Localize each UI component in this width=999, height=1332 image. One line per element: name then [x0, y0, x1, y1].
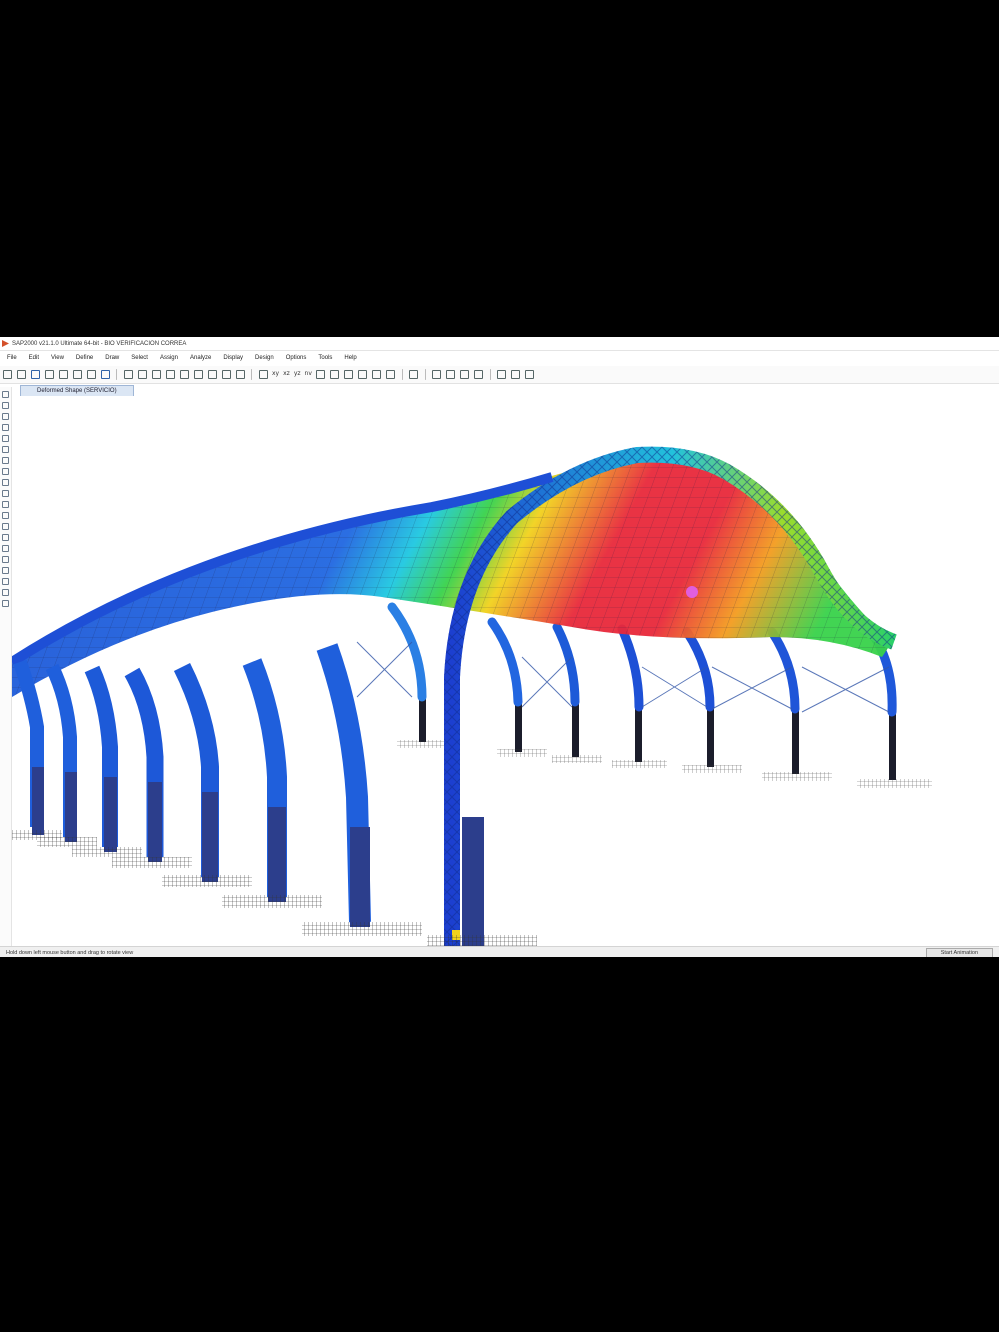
- draw-curve-icon[interactable]: [2, 435, 9, 442]
- menu-file[interactable]: File: [0, 355, 23, 361]
- rotate-view-icon[interactable]: [137, 370, 147, 379]
- view-xy-button[interactable]: xy: [272, 370, 279, 379]
- reshape-icon[interactable]: [2, 402, 9, 409]
- toolbar-separator: [424, 369, 426, 380]
- back-column: [792, 709, 799, 774]
- draw-tendon-icon[interactable]: [2, 490, 9, 497]
- print-icon[interactable]: [44, 370, 54, 379]
- draw-rectangle-icon[interactable]: [2, 457, 9, 464]
- open-file-icon[interactable]: [16, 370, 26, 379]
- show-grid-icon[interactable]: [511, 370, 521, 379]
- snap-joints-icon[interactable]: [2, 545, 9, 552]
- zoom-in-icon[interactable]: [165, 370, 175, 379]
- lock-icon[interactable]: [100, 370, 110, 379]
- select-previous-icon[interactable]: [2, 512, 9, 519]
- back-column: [707, 707, 714, 767]
- pan-icon[interactable]: [221, 370, 231, 379]
- snap-midpoint-icon[interactable]: [2, 556, 9, 563]
- intersecting-line-icon[interactable]: [2, 534, 9, 541]
- menu-design[interactable]: Design: [249, 355, 280, 361]
- show-undeformed-icon[interactable]: [372, 370, 382, 379]
- draw-link-icon[interactable]: [460, 370, 470, 379]
- draw-frame-icon[interactable]: [432, 370, 442, 379]
- menu-tools[interactable]: Tools: [312, 355, 338, 361]
- redo-icon[interactable]: [72, 370, 82, 379]
- back-column: [572, 702, 579, 757]
- perspective-icon[interactable]: [330, 370, 340, 379]
- back-columns: [397, 697, 932, 788]
- menu-assign[interactable]: Assign: [154, 355, 184, 361]
- zoom-out-icon[interactable]: [179, 370, 189, 379]
- pencil-icon[interactable]: [86, 370, 96, 379]
- view-yz-button[interactable]: yz: [294, 370, 301, 379]
- view-tab-strip: Deformed Shape (SERVICIO): [20, 385, 134, 396]
- deformed-structure-model: [12, 446, 932, 947]
- draw-cable-icon[interactable]: [446, 370, 456, 379]
- view-nv-button[interactable]: nv: [305, 370, 312, 379]
- model-viewport[interactable]: [12, 397, 999, 947]
- toolbar-separator: [401, 369, 403, 380]
- sum-icon[interactable]: [497, 370, 507, 379]
- refresh-view-icon[interactable]: [316, 370, 326, 379]
- move-up-icon[interactable]: [344, 370, 354, 379]
- title-bar: SAP2000 v21.1.0 Ultimate 64-bit - BIO VE…: [0, 337, 999, 351]
- plan-view-icon[interactable]: [258, 370, 268, 379]
- pointer-icon[interactable]: [2, 391, 9, 398]
- window-title: SAP2000 v21.1.0 Ultimate 64-bit - BIO VE…: [12, 340, 187, 347]
- draw-line-icon[interactable]: [2, 424, 9, 431]
- tab-deformed-shape[interactable]: Deformed Shape (SERVICIO): [20, 385, 134, 396]
- sap2000-window: SAP2000 v21.1.0 Ultimate 64-bit - BIO VE…: [0, 337, 999, 957]
- back-column: [515, 702, 522, 752]
- status-message: Hold down left mouse button and drag to …: [6, 949, 134, 956]
- menu-bar: File Edit View Define Draw Select Assign…: [0, 351, 999, 365]
- menu-select[interactable]: Select: [125, 355, 154, 361]
- menu-view[interactable]: View: [45, 355, 70, 361]
- snap-grid-icon[interactable]: [2, 600, 9, 607]
- menu-define[interactable]: Define: [70, 355, 99, 361]
- select-all-icon[interactable]: [2, 501, 9, 508]
- main-toolbar: xy xz yz nv: [0, 366, 999, 384]
- draw-poly-icon[interactable]: [2, 446, 9, 453]
- back-column: [419, 697, 426, 742]
- status-bar: Hold down left mouse button and drag to …: [0, 946, 999, 957]
- zoom-previous-icon[interactable]: [207, 370, 217, 379]
- toolbar-separator: [489, 369, 491, 380]
- clear-selection-icon[interactable]: [2, 523, 9, 530]
- max-deflection-marker: [686, 586, 698, 598]
- menu-draw[interactable]: Draw: [99, 355, 125, 361]
- show-forces-icon[interactable]: [409, 370, 419, 379]
- snap-perpendicular-icon[interactable]: [2, 578, 9, 585]
- menu-analyze[interactable]: Analyze: [184, 355, 217, 361]
- menu-edit[interactable]: Edit: [23, 355, 45, 361]
- cross-bracing: [356, 641, 890, 713]
- undo-icon[interactable]: [58, 370, 68, 379]
- menu-options[interactable]: Options: [280, 355, 313, 361]
- display-options-icon[interactable]: [386, 370, 396, 379]
- draw-area-icon[interactable]: [2, 468, 9, 475]
- toolbar-separator: [116, 369, 117, 380]
- save-icon[interactable]: [30, 370, 40, 379]
- dropdown-chevron-icon[interactable]: [525, 370, 535, 379]
- zoom-window-icon[interactable]: [151, 370, 161, 379]
- snap-lines-icon[interactable]: [2, 589, 9, 596]
- draw-point-icon[interactable]: [2, 413, 9, 420]
- left-toolbar: [0, 387, 12, 947]
- back-column: [635, 707, 642, 762]
- zoom-extents-icon[interactable]: [193, 370, 203, 379]
- new-file-icon[interactable]: [2, 370, 12, 379]
- run-analysis-icon[interactable]: [123, 370, 133, 379]
- back-column: [889, 712, 896, 780]
- draw-solid-icon[interactable]: [2, 479, 9, 486]
- start-animation-button[interactable]: Start Animation: [925, 947, 993, 957]
- sap2000-logo-icon: [2, 340, 9, 347]
- move-down-icon[interactable]: [358, 370, 368, 379]
- draw-section-cut-icon[interactable]: [474, 370, 484, 379]
- menu-help[interactable]: Help: [338, 355, 362, 361]
- menu-display[interactable]: Display: [217, 355, 249, 361]
- snap-intersection-icon[interactable]: [2, 567, 9, 574]
- view-3d-icon[interactable]: [235, 370, 245, 379]
- toolbar-separator: [251, 369, 252, 380]
- view-xz-button[interactable]: xz: [283, 370, 290, 379]
